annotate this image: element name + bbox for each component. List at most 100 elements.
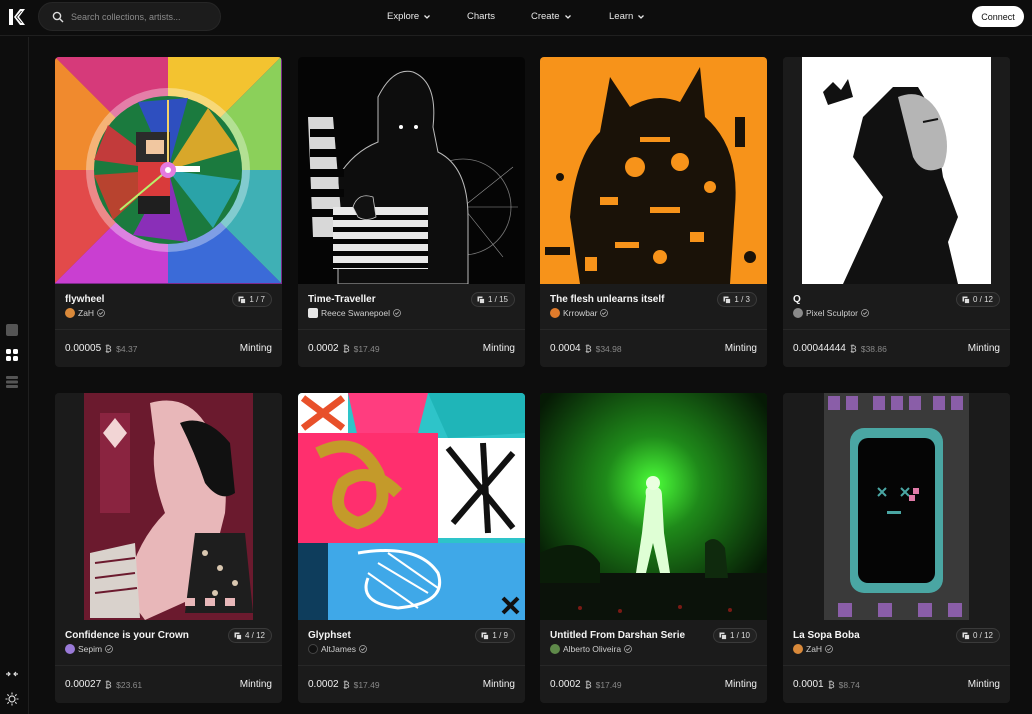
nav-charts[interactable]: Charts — [467, 11, 495, 22]
svg-text:₿: ₿ — [343, 680, 350, 689]
card-title[interactable]: Q — [793, 294, 801, 305]
chevron-down-icon — [638, 14, 645, 19]
collection-card[interactable]: The flesh unlearns itself 1 / 3 Krrowbar… — [540, 57, 767, 367]
mint-status: Minting — [724, 343, 757, 354]
stack-icon — [719, 632, 727, 640]
artwork-image[interactable] — [783, 393, 1010, 620]
price-usd: $34.98 — [595, 343, 622, 354]
price: 0.00005 ₿ $4.37 — [65, 343, 137, 354]
card-title[interactable]: flywheel — [65, 294, 104, 305]
avatar — [793, 308, 803, 318]
collection-card[interactable]: La Sopa Boba 0 / 12 ZaH 0.0001 ₿ $8.74 M… — [783, 393, 1010, 703]
list-view-icon[interactable] — [5, 375, 19, 389]
edition-count: 1 / 15 — [487, 295, 508, 304]
bitcoin-icon: ₿ — [343, 344, 350, 353]
artist-name: Sepim — [78, 644, 103, 654]
mint-status: Minting — [967, 679, 1000, 690]
nav-explore[interactable]: Explore — [387, 11, 431, 22]
collection-card[interactable]: Glyphset 1 / 9 AltJames 0.0002 ₿ $17.49 … — [298, 393, 525, 703]
bitcoin-icon: ₿ — [828, 680, 835, 689]
nav-create[interactable]: Create — [531, 11, 572, 22]
svg-text:₿: ₿ — [585, 680, 592, 689]
logo-icon[interactable] — [7, 7, 27, 27]
mint-status: Minting — [239, 343, 272, 354]
artist-name: Krrowbar — [563, 308, 598, 318]
verified-icon — [97, 309, 105, 317]
artist-link[interactable]: AltJames — [308, 644, 367, 654]
bitcoin-icon: ₿ — [850, 344, 857, 353]
mint-status: Minting — [724, 679, 757, 690]
price: 0.0002 ₿ $17.49 — [308, 343, 380, 354]
card-title[interactable]: Confidence is your Crown — [65, 630, 189, 641]
edition-badge: 1 / 15 — [470, 292, 515, 307]
edition-count: 1 / 10 — [729, 631, 750, 640]
edition-count: 0 / 12 — [972, 631, 993, 640]
price-usd: $8.74 — [838, 679, 860, 690]
bitcoin-icon: ₿ — [343, 680, 350, 689]
card-title[interactable]: The flesh unlearns itself — [550, 294, 664, 305]
avatar — [550, 308, 560, 318]
stack-icon — [234, 632, 242, 640]
stack-icon — [238, 296, 247, 304]
collection-card[interactable]: Confidence is your Crown 4 / 12 Sepim 0.… — [55, 393, 282, 703]
price-btc: 0.00027 — [65, 679, 102, 690]
collection-card[interactable]: Time-Traveller 1 / 15 Reece Swanepoel 0.… — [298, 57, 525, 367]
edition-badge: 1 / 10 — [712, 628, 757, 643]
card-title[interactable]: Glyphset — [308, 630, 351, 641]
card-title[interactable]: Untitled From Darshan Serie — [550, 630, 685, 641]
artist-link[interactable]: Sepim — [65, 644, 113, 654]
artist-link[interactable]: Reece Swanepoel — [308, 308, 401, 318]
stack-icon — [962, 296, 970, 304]
artist-link[interactable]: Krrowbar — [550, 308, 609, 318]
artist-link[interactable]: ZaH — [65, 308, 105, 318]
artwork-image[interactable] — [55, 57, 282, 284]
artist-link[interactable]: ZaH — [793, 644, 833, 654]
divider — [55, 665, 282, 666]
nav-learn[interactable]: Learn — [609, 11, 645, 22]
stack-icon — [962, 632, 970, 640]
divider — [783, 329, 1010, 330]
artist-name: ZaH — [806, 644, 823, 654]
card-title[interactable]: Time-Traveller — [308, 294, 376, 305]
artwork-image[interactable] — [55, 393, 282, 620]
verified-icon — [861, 309, 869, 317]
connect-button[interactable]: Connect — [972, 6, 1024, 27]
artwork-image[interactable] — [783, 57, 1010, 284]
edition-badge: 1 / 3 — [717, 292, 757, 307]
artwork-image[interactable] — [540, 393, 767, 620]
card-title[interactable]: La Sopa Boba — [793, 630, 860, 641]
side-rail — [0, 37, 29, 714]
divider — [540, 665, 767, 666]
artwork-image[interactable] — [298, 393, 525, 620]
price-usd: $17.49 — [595, 679, 622, 690]
search-input[interactable] — [71, 9, 216, 25]
price: 0.0004 ₿ $34.98 — [550, 343, 622, 354]
edition-count: 0 / 12 — [972, 295, 993, 304]
divider — [298, 329, 525, 330]
collapse-icon[interactable] — [5, 667, 19, 681]
collection-card[interactable]: Q 0 / 12 Pixel Sculptor 0.00044444 ₿ $38… — [783, 57, 1010, 367]
artwork-image[interactable] — [298, 57, 525, 284]
avatar — [308, 644, 318, 654]
grid-view-icon[interactable] — [5, 348, 19, 362]
nav-create-label: Create — [531, 11, 560, 22]
artist-link[interactable]: Alberto Oliveira — [550, 644, 633, 654]
artwork-image[interactable] — [540, 57, 767, 284]
collection-card[interactable]: Untitled From Darshan Serie 1 / 10 Alber… — [540, 393, 767, 703]
svg-text:₿: ₿ — [850, 344, 857, 353]
square-icon[interactable] — [5, 323, 19, 337]
collection-card[interactable]: flywheel 1 / 7 ZaH 0.00005 ₿ $4.37 Minti… — [55, 57, 282, 367]
edition-badge: 0 / 12 — [955, 628, 1000, 643]
stack-icon — [477, 296, 485, 304]
artist-link[interactable]: Pixel Sculptor — [793, 308, 869, 318]
bitcoin-icon: ₿ — [105, 680, 112, 689]
nav-learn-label: Learn — [609, 11, 634, 22]
artist-name: Reece Swanepoel — [321, 308, 390, 318]
nav-charts-label: Charts — [467, 11, 495, 22]
divider — [540, 329, 767, 330]
theme-sun-icon[interactable] — [5, 692, 19, 706]
mint-status: Minting — [239, 679, 272, 690]
stack-icon — [723, 296, 732, 304]
search-bar[interactable] — [38, 2, 221, 31]
mint-status: Minting — [482, 343, 515, 354]
